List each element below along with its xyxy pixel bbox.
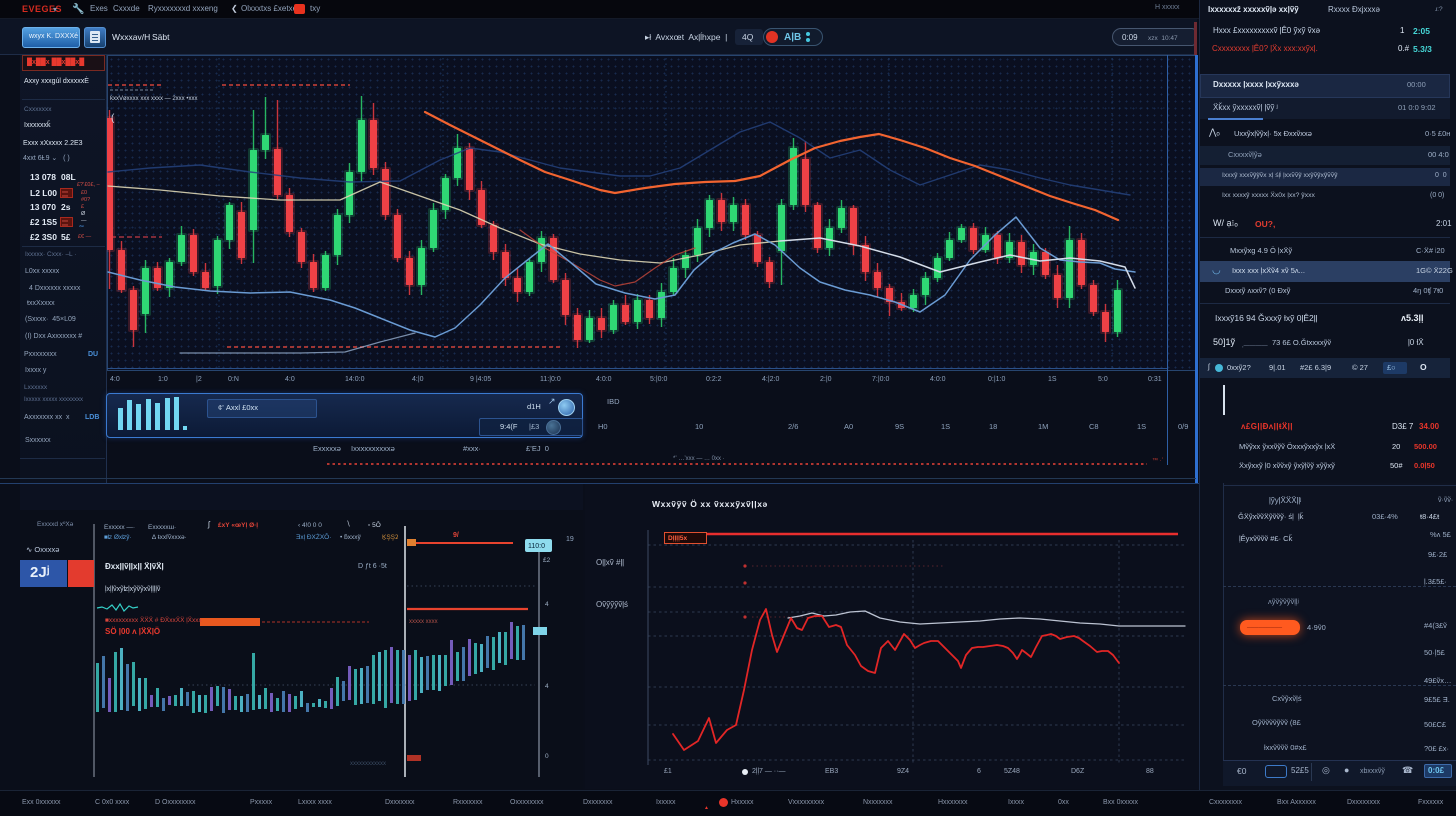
svg-text:110:0: 110:0 (528, 543, 545, 550)
